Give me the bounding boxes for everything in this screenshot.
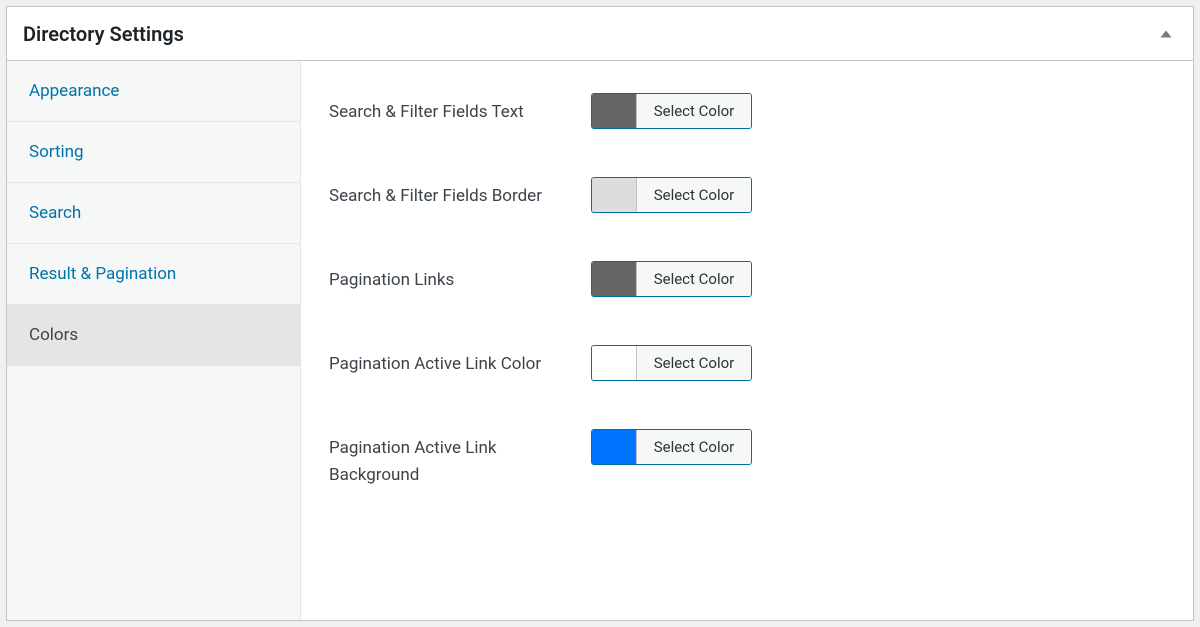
sidebar-item-search[interactable]: Search	[7, 183, 300, 244]
field-label-search-filter-border: Search & Filter Fields Border	[329, 177, 591, 210]
field-row: Pagination Active Link Color Select Colo…	[329, 345, 1165, 381]
sidebar-item-appearance[interactable]: Appearance	[7, 61, 300, 122]
field-label-search-filter-text: Search & Filter Fields Text	[329, 93, 591, 126]
field-row: Search & Filter Fields Text Select Color	[329, 93, 1165, 129]
field-label-pagination-active-link-color: Pagination Active Link Color	[329, 345, 591, 378]
settings-panel: Directory Settings Appearance Sorting Se…	[6, 6, 1194, 621]
field-label-pagination-active-link-background: Pagination Active Link Background	[329, 429, 591, 489]
color-swatch	[592, 346, 636, 380]
sidebar-item-sorting[interactable]: Sorting	[7, 122, 300, 183]
field-row: Pagination Links Select Color	[329, 261, 1165, 297]
select-color-button[interactable]: Select Color	[636, 262, 751, 296]
color-picker-pagination-links[interactable]: Select Color	[591, 261, 752, 297]
color-picker-search-filter-border[interactable]: Select Color	[591, 177, 752, 213]
panel-title: Directory Settings	[23, 22, 184, 46]
select-color-button[interactable]: Select Color	[636, 430, 751, 464]
sidebar: Appearance Sorting Search Result & Pagin…	[7, 61, 301, 620]
color-swatch	[592, 430, 636, 464]
panel-header: Directory Settings	[7, 7, 1193, 61]
sidebar-item-colors[interactable]: Colors	[7, 305, 300, 366]
color-swatch	[592, 94, 636, 128]
color-swatch	[592, 178, 636, 212]
color-picker-search-filter-text[interactable]: Select Color	[591, 93, 752, 129]
field-label-pagination-links: Pagination Links	[329, 261, 591, 294]
panel-body: Appearance Sorting Search Result & Pagin…	[7, 61, 1193, 620]
select-color-button[interactable]: Select Color	[636, 178, 751, 212]
color-swatch	[592, 262, 636, 296]
select-color-button[interactable]: Select Color	[636, 94, 751, 128]
color-picker-pagination-active-link-background[interactable]: Select Color	[591, 429, 752, 465]
sidebar-item-result-pagination[interactable]: Result & Pagination	[7, 244, 300, 305]
collapse-icon[interactable]	[1159, 27, 1173, 41]
select-color-button[interactable]: Select Color	[636, 346, 751, 380]
field-row: Search & Filter Fields Border Select Col…	[329, 177, 1165, 213]
field-row: Pagination Active Link Background Select…	[329, 429, 1165, 489]
color-picker-pagination-active-link-color[interactable]: Select Color	[591, 345, 752, 381]
content: Search & Filter Fields Text Select Color…	[301, 61, 1193, 620]
